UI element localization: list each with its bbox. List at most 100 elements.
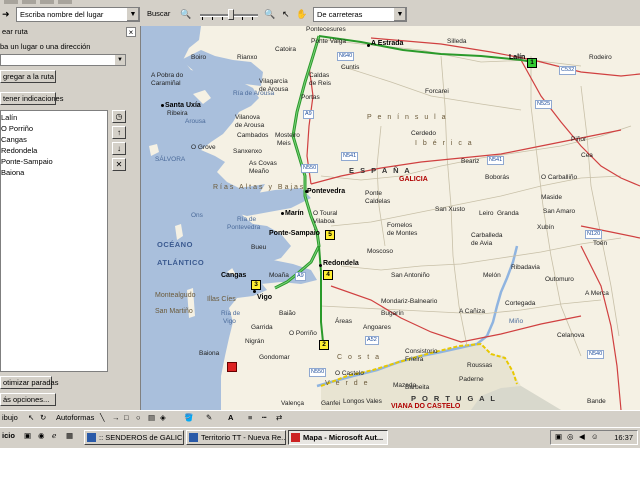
search-button[interactable]: Buscar xyxy=(147,9,170,18)
place-label: Nigrán xyxy=(245,338,265,345)
chevron-down-icon[interactable]: ▼ xyxy=(393,8,406,21)
optimize-stops-button[interactable]: otimizar paradas xyxy=(0,376,58,389)
route-start-marker[interactable] xyxy=(227,362,237,372)
fill-color-icon[interactable]: 🪣 xyxy=(184,413,193,422)
list-item[interactable]: Cangas xyxy=(1,135,27,144)
place-label: Celanova xyxy=(557,332,585,339)
wordart-icon[interactable]: ◈ xyxy=(160,413,166,422)
region-label: GALICIA xyxy=(399,176,428,183)
rotate-icon[interactable]: ↻ xyxy=(40,413,46,422)
zoom-slider-thumb[interactable] xyxy=(228,9,234,20)
taskbar-item[interactable]: Territorio TT - Nueva Re... xyxy=(186,430,286,445)
place-label: Barbeita xyxy=(405,384,430,391)
messenger-icon[interactable]: ☺ xyxy=(591,432,599,441)
add-place-input[interactable]: ▼ xyxy=(0,54,126,66)
place-label: Ribadavia xyxy=(511,264,540,271)
chevron-down-icon[interactable]: ▼ xyxy=(126,8,139,21)
place-label: Miño xyxy=(509,318,524,325)
get-directions-button[interactable]: tener indicaciones xyxy=(0,92,63,105)
road-shield: N541 xyxy=(487,156,505,165)
map-canvas[interactable]: Pontecesures Ponte Valga A Estrada Sille… xyxy=(141,26,640,410)
route-stop-marker[interactable]: 4 xyxy=(323,270,333,280)
route-arrow-icon[interactable]: ➜ xyxy=(2,7,14,23)
route-stop-marker[interactable]: 2 xyxy=(319,340,329,350)
place-label: Outomuro xyxy=(545,276,574,283)
road-shield: N525 xyxy=(535,100,553,109)
taskbar-item[interactable]: :: SENDEROS de GALICI... xyxy=(84,430,184,445)
taskbar-item-active[interactable]: Mapa - Microsoft Aut... xyxy=(288,430,388,445)
textbox-icon[interactable]: ▤ xyxy=(148,413,155,422)
map-style-select[interactable]: De carreteras ▼ xyxy=(313,7,407,22)
place-search-input[interactable]: Escriba nombre del lugar ▼ xyxy=(16,7,140,22)
place-label: Forcarei xyxy=(425,88,449,95)
zoom-out-icon[interactable]: 🔍 xyxy=(180,7,192,23)
volume-icon[interactable]: ◀ xyxy=(579,432,585,441)
remove-icon[interactable]: ✕ xyxy=(112,158,126,171)
town-dot xyxy=(161,104,164,107)
route-stops-list[interactable]: Lalín O Porriño Cangas Redondela Ponte-S… xyxy=(0,110,108,372)
place-label: Leiro xyxy=(479,210,494,217)
autoroute-icon xyxy=(291,433,300,442)
outlook-icon[interactable]: ◉ xyxy=(38,431,45,440)
place-search-text: Escriba nombre del lugar xyxy=(20,10,104,19)
line-color-icon[interactable]: ✎ xyxy=(206,413,212,422)
schedule-icon[interactable]: ◷ xyxy=(112,110,126,123)
more-options-button[interactable]: ás opciones... xyxy=(0,393,56,406)
ie-icon[interactable]: ℯ xyxy=(52,431,56,440)
place-label: Sanxenxo xyxy=(233,148,262,155)
region-label: San Martiño xyxy=(155,308,193,315)
place-label: Granda xyxy=(497,210,519,217)
select-arrow-icon[interactable]: ↖ xyxy=(282,7,294,23)
place-label: Ría de xyxy=(237,216,257,223)
place-label: Meis xyxy=(277,140,291,147)
move-down-icon[interactable]: ↓ xyxy=(112,142,126,155)
place-label: Moaña xyxy=(269,272,289,279)
draw-menu[interactable]: ibujo xyxy=(2,413,18,422)
arrow-icon[interactable]: → xyxy=(112,413,120,422)
list-item[interactable]: Redondela xyxy=(1,146,37,155)
arrow-style-icon[interactable]: ⇄ xyxy=(276,413,282,422)
move-up-icon[interactable]: ↑ xyxy=(112,126,126,139)
town-dot xyxy=(305,190,308,193)
list-item[interactable]: Baiona xyxy=(1,168,24,177)
map-style-text: De carreteras xyxy=(317,10,363,19)
desktop-icon[interactable]: ▣ xyxy=(24,431,31,440)
rectangle-icon[interactable]: □ xyxy=(124,413,129,422)
add-to-route-button[interactable]: gregar a la ruta xyxy=(0,70,56,83)
start-button[interactable]: icio xyxy=(2,431,15,440)
route-stop-marker[interactable]: 1 xyxy=(527,58,537,68)
close-icon[interactable]: × xyxy=(126,27,136,37)
route-stop-marker[interactable]: 5 xyxy=(325,230,335,240)
place-label: Ganfei xyxy=(321,400,341,407)
road-shield: N550 xyxy=(301,164,319,173)
network-icon[interactable]: ▣ xyxy=(555,432,562,441)
folder-icon[interactable]: ▦ xyxy=(66,431,73,440)
taskbar-item-label: Territorio TT - Nueva Re... xyxy=(201,433,286,442)
line-icon[interactable]: ╲ xyxy=(100,413,105,422)
place-label: San Amaro xyxy=(543,208,576,215)
place-label: Fornelos xyxy=(387,222,413,229)
place-label: Boiro xyxy=(191,54,207,61)
antivirus-icon[interactable]: ◎ xyxy=(567,432,574,441)
place-label: San Antoniño xyxy=(391,272,430,279)
dash-style-icon[interactable]: ┅ xyxy=(262,413,267,422)
place-label: O Grove xyxy=(191,144,216,151)
place-label: Bugarín xyxy=(381,310,404,317)
line-style-icon[interactable]: ≡ xyxy=(248,413,252,422)
chevron-down-icon[interactable]: ▼ xyxy=(115,55,125,65)
font-color-icon[interactable]: A xyxy=(228,413,233,422)
region-label: C o s t a xyxy=(337,354,382,361)
place-label: Longos Vales xyxy=(343,398,382,405)
autoshapes-menu[interactable]: Autoformas xyxy=(56,413,94,422)
place-label: As Covas xyxy=(249,160,277,167)
oval-icon[interactable]: ○ xyxy=(136,413,141,422)
place-label: O Toural xyxy=(313,210,338,217)
select-arrow-icon[interactable]: ↖ xyxy=(28,413,34,422)
region-label: Montealgudo xyxy=(155,292,196,299)
list-item[interactable]: O Porriño xyxy=(1,124,33,133)
route-stop-marker[interactable]: 3 xyxy=(251,280,261,290)
pan-hand-icon[interactable]: ✋ xyxy=(296,7,308,23)
list-item[interactable]: Ponte-Sampaio xyxy=(1,157,53,166)
list-item[interactable]: Lalín xyxy=(1,113,17,122)
zoom-in-icon[interactable]: 🔍 xyxy=(264,7,276,23)
